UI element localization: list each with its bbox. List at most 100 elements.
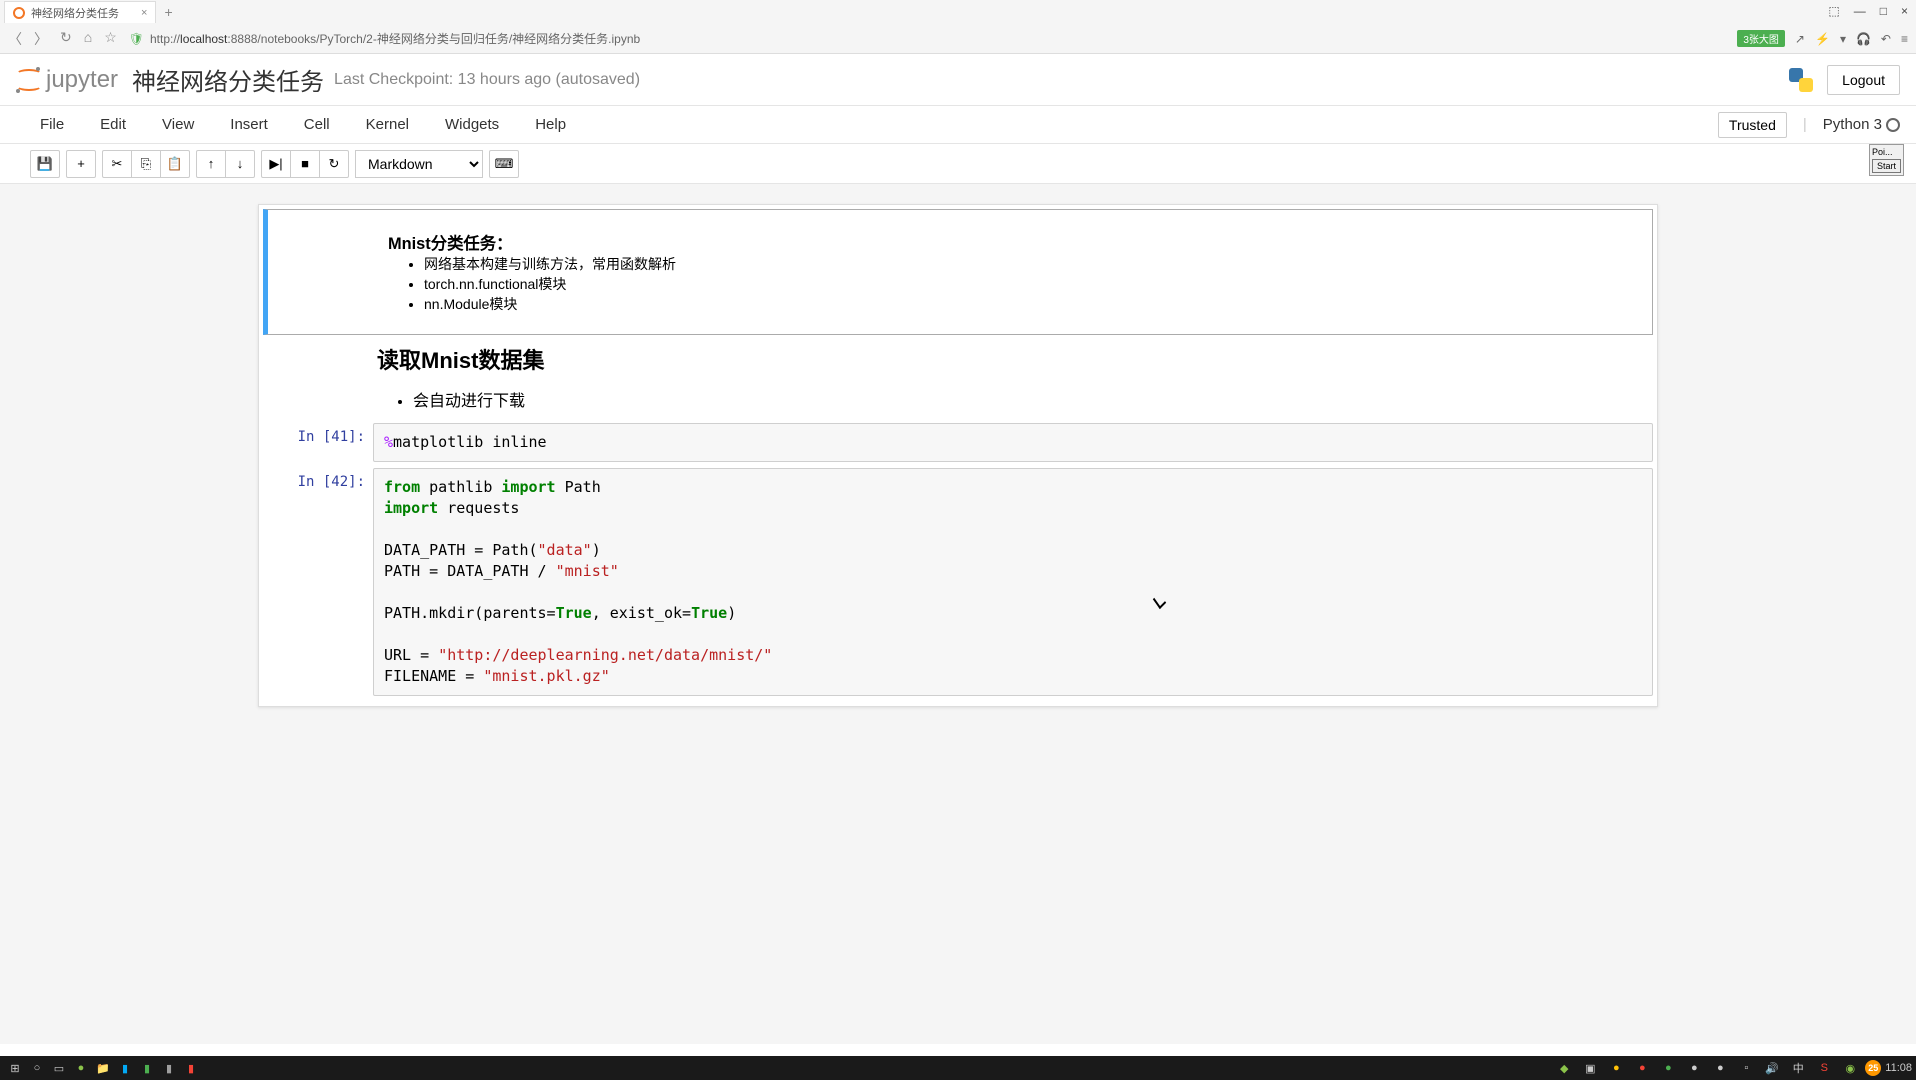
explorer-icon[interactable]: 📁: [92, 1058, 114, 1078]
tray-icon[interactable]: ●: [1631, 1058, 1653, 1078]
tray-icon[interactable]: ●: [1657, 1058, 1679, 1078]
app-icon[interactable]: ▮: [158, 1058, 180, 1078]
menu-insert[interactable]: Insert: [212, 108, 286, 141]
trusted-badge[interactable]: Trusted: [1718, 112, 1787, 138]
window-controls: ⬚ — □ ×: [1828, 4, 1908, 18]
url-input[interactable]: 🛡 http://localhost:8888/notebooks/PyTorc…: [129, 30, 1726, 47]
copy-button[interactable]: ⎘: [131, 150, 161, 178]
move-up-button[interactable]: ↑: [196, 150, 226, 178]
code-input[interactable]: from pathlib import Path import requests…: [373, 468, 1653, 696]
flash-icon[interactable]: ⚡: [1815, 32, 1830, 46]
app-icon[interactable]: ●: [70, 1058, 92, 1078]
jupyter-header: jupyter 神经网络分类任务 Last Checkpoint: 13 hou…: [0, 54, 1916, 106]
code-cell[interactable]: In [41]: %matplotlib inline: [263, 423, 1653, 462]
tray-icon[interactable]: ●: [1683, 1058, 1705, 1078]
close-tab-icon[interactable]: ×: [141, 7, 147, 19]
menu-kernel[interactable]: Kernel: [348, 108, 427, 141]
pin-icon[interactable]: ⬚: [1828, 4, 1839, 18]
jupyter-logo-icon: [16, 67, 42, 93]
maximize-icon[interactable]: □: [1880, 4, 1887, 18]
ime-icon[interactable]: S: [1813, 1058, 1835, 1078]
menu-cell[interactable]: Cell: [286, 108, 348, 141]
notebook-container[interactable]: Mnist分类任务： 网络基本构建与训练方法，常用函数解析 torch.nn.f…: [0, 184, 1916, 1044]
headphone-icon[interactable]: 🎧: [1856, 32, 1871, 46]
new-tab-button[interactable]: +: [156, 4, 180, 20]
clock[interactable]: 11:08: [1885, 1062, 1912, 1074]
app-icon[interactable]: ▮: [136, 1058, 158, 1078]
browser-chrome: 神经网络分类任务 × + ⬚ — □ × 〈 〉 ↻ ⌂ ☆ 🛡 http://…: [0, 0, 1916, 54]
forward-icon[interactable]: 〉: [34, 29, 48, 49]
python-icon: [1787, 66, 1815, 94]
heading-mnist-task: Mnist分类任务：: [278, 230, 1642, 254]
browser-tab[interactable]: 神经网络分类任务 ×: [4, 1, 156, 23]
cell-prompt: In [41]:: [263, 423, 373, 462]
restart-button[interactable]: ↻: [319, 150, 349, 178]
code-cell[interactable]: In [42]: from pathlib import Path import…: [263, 468, 1653, 696]
favorite-icon[interactable]: ☆: [104, 29, 117, 49]
network-icon[interactable]: ▫: [1735, 1058, 1757, 1078]
dropdown-icon[interactable]: ▾: [1840, 32, 1846, 46]
jupyter-favicon: [13, 7, 25, 19]
notification-badge[interactable]: 25: [1865, 1060, 1881, 1076]
addr-right: 3张大图 ↗ ⚡ ▾ 🎧 ↶ ≡: [1737, 30, 1908, 47]
menu-widgets[interactable]: Widgets: [427, 108, 517, 141]
tray-icon[interactable]: ◆: [1553, 1058, 1575, 1078]
tray-icon[interactable]: ●: [1605, 1058, 1627, 1078]
save-button[interactable]: 💾: [30, 150, 60, 178]
nav-icons: 〈 〉 ↻ ⌂ ☆: [8, 29, 117, 49]
pointer-overlay[interactable]: Poi... Start: [1869, 144, 1904, 176]
menu-view[interactable]: View: [144, 108, 212, 141]
start-menu-icon[interactable]: ⊞: [4, 1058, 26, 1078]
tray-icon[interactable]: ●: [1709, 1058, 1731, 1078]
menu-edit[interactable]: Edit: [82, 108, 144, 141]
markdown-cell[interactable]: 读取Mnist数据集 会自动进行下载: [263, 335, 1653, 423]
kernel-name[interactable]: Python 3: [1823, 116, 1882, 133]
cell-type-select[interactable]: Markdown: [355, 150, 483, 178]
share-icon[interactable]: ↗: [1795, 32, 1805, 46]
checkpoint-status: Last Checkpoint: 13 hours ago (autosaved…: [334, 71, 640, 89]
undo-icon[interactable]: ↶: [1881, 32, 1891, 46]
move-down-button[interactable]: ↓: [225, 150, 255, 178]
notebook-title[interactable]: 神经网络分类任务: [132, 62, 324, 97]
back-icon[interactable]: 〈: [8, 29, 22, 49]
app-icon[interactable]: ▮: [180, 1058, 202, 1078]
menu-file[interactable]: File: [16, 108, 82, 141]
list-item: nn.Module模块: [424, 294, 1642, 314]
ime-icon[interactable]: 中: [1787, 1058, 1809, 1078]
taskview-icon[interactable]: ▭: [48, 1058, 70, 1078]
cortana-icon[interactable]: ○: [26, 1058, 48, 1078]
close-window-icon[interactable]: ×: [1901, 4, 1908, 18]
paste-button[interactable]: 📋: [160, 150, 190, 178]
notebook: Mnist分类任务： 网络基本构建与训练方法，常用函数解析 torch.nn.f…: [258, 204, 1658, 707]
list-item: 会自动进行下载: [413, 389, 1643, 415]
command-palette-button[interactable]: ⌨: [489, 150, 519, 178]
refresh-icon[interactable]: ↻: [60, 29, 72, 49]
tray-icon[interactable]: ◉: [1839, 1058, 1861, 1078]
minimize-icon[interactable]: —: [1854, 4, 1866, 18]
volume-icon[interactable]: 🔊: [1761, 1058, 1783, 1078]
cell-prompt: In [42]:: [263, 468, 373, 696]
download-badge[interactable]: 3张大图: [1737, 30, 1785, 47]
tab-bar: 神经网络分类任务 × + ⬚ — □ ×: [0, 0, 1916, 24]
cut-button[interactable]: ✂: [102, 150, 132, 178]
tray-icon[interactable]: ▣: [1579, 1058, 1601, 1078]
kernel-status-icon: [1886, 118, 1900, 132]
markdown-cell-selected[interactable]: Mnist分类任务： 网络基本构建与训练方法，常用函数解析 torch.nn.f…: [263, 209, 1653, 335]
home-icon[interactable]: ⌂: [84, 29, 92, 49]
menu-icon[interactable]: ≡: [1901, 32, 1908, 46]
jupyter-logo[interactable]: jupyter: [16, 66, 118, 94]
app-icon[interactable]: ▮: [114, 1058, 136, 1078]
taskbar: ⊞ ○ ▭ ● 📁 ▮ ▮ ▮ ▮ ◆ ▣ ● ● ● ● ● ▫ 🔊 中 S …: [0, 1056, 1916, 1080]
list-item: 网络基本构建与训练方法，常用函数解析: [424, 254, 1642, 274]
menu-bar: File Edit View Insert Cell Kernel Widget…: [0, 106, 1916, 144]
code-input[interactable]: %matplotlib inline: [373, 423, 1653, 462]
start-button[interactable]: Start: [1872, 159, 1901, 173]
run-button[interactable]: ▶|: [261, 150, 291, 178]
url-text: http://localhost:8888/notebooks/PyTorch/…: [150, 30, 640, 47]
menu-help[interactable]: Help: [517, 108, 584, 141]
insert-cell-button[interactable]: +: [66, 150, 96, 178]
heading-read-mnist: 读取Mnist数据集: [273, 343, 1643, 375]
list: 网络基本构建与训练方法，常用函数解析 torch.nn.functional模块…: [278, 254, 1642, 314]
interrupt-button[interactable]: ■: [290, 150, 320, 178]
logout-button[interactable]: Logout: [1827, 65, 1900, 95]
